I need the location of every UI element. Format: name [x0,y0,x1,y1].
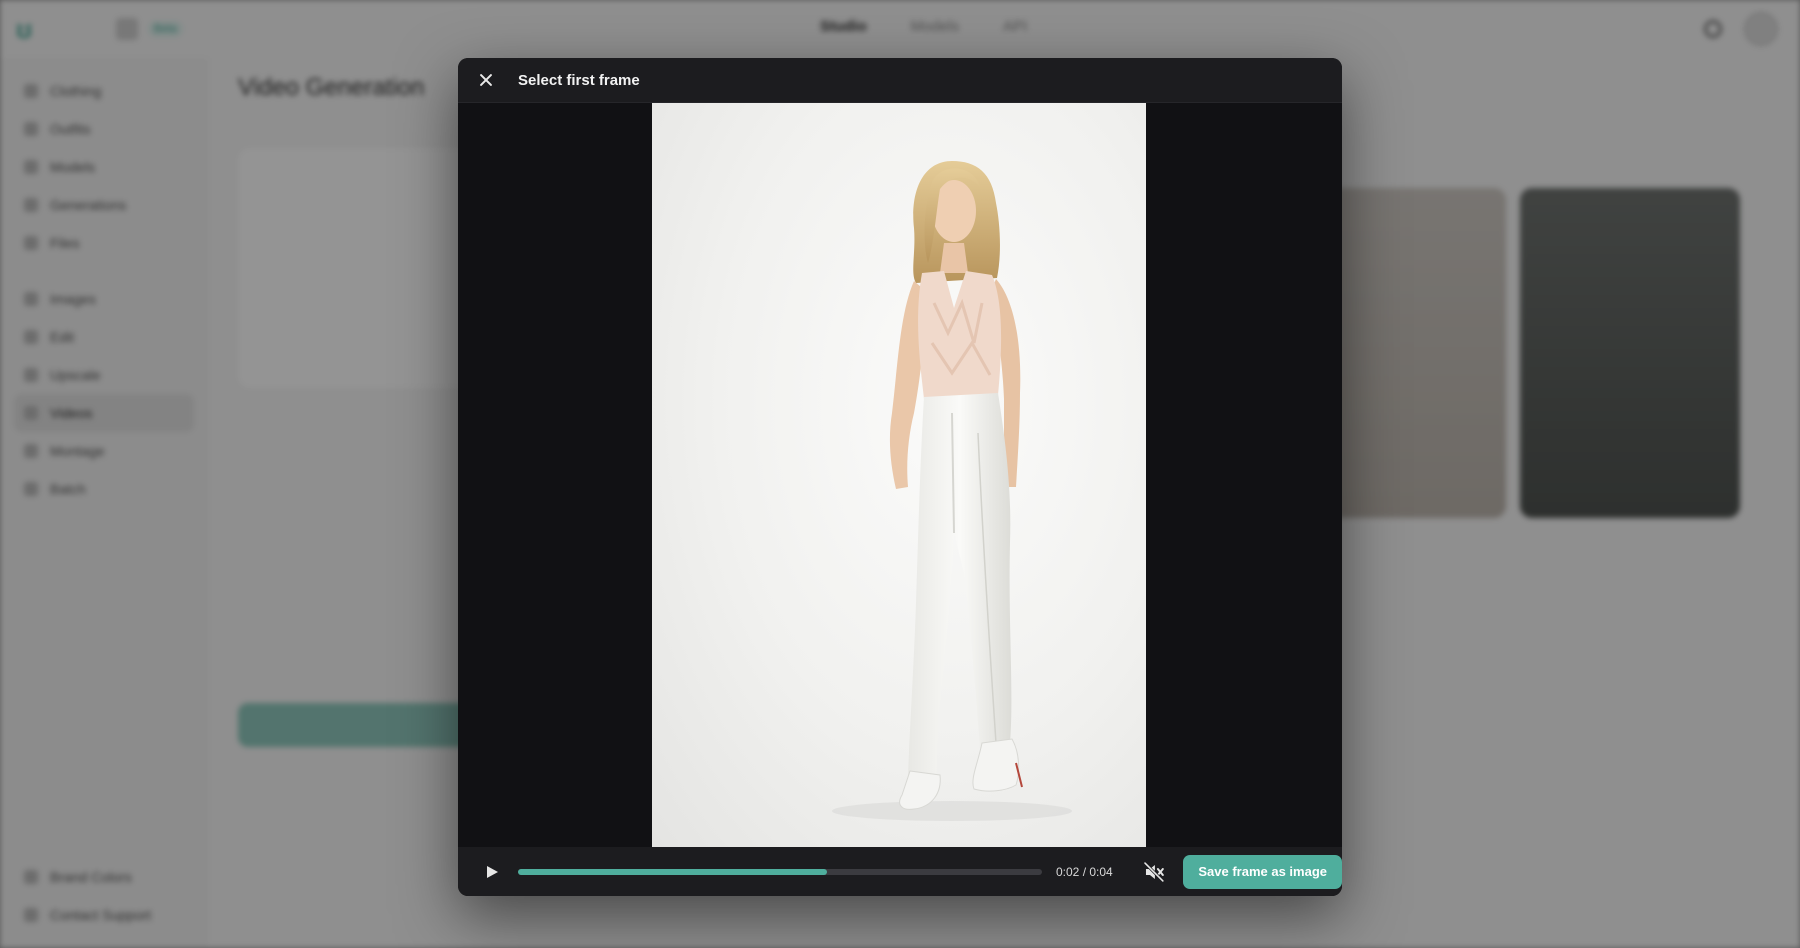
progress-track[interactable] [517,868,1042,875]
model-figure-illustration [832,161,1072,821]
select-frame-modal: Select first frame 0:02 / 0:04 Save fram… [458,58,1342,896]
video-frame[interactable] [652,103,1146,847]
time-readout: 0:02 / 0:04 [1056,864,1113,879]
modal-header: Select first frame [458,58,1342,103]
muted-speaker-icon[interactable] [1142,860,1166,884]
video-stage [458,103,1342,847]
close-icon[interactable] [474,68,498,92]
playback-controls: 0:02 / 0:04 Save frame as image [458,847,1342,896]
play-icon[interactable] [482,862,502,882]
modal-title: Select first frame [518,71,640,89]
save-frame-button[interactable]: Save frame as image [1183,854,1342,889]
progress-fill [517,868,828,875]
